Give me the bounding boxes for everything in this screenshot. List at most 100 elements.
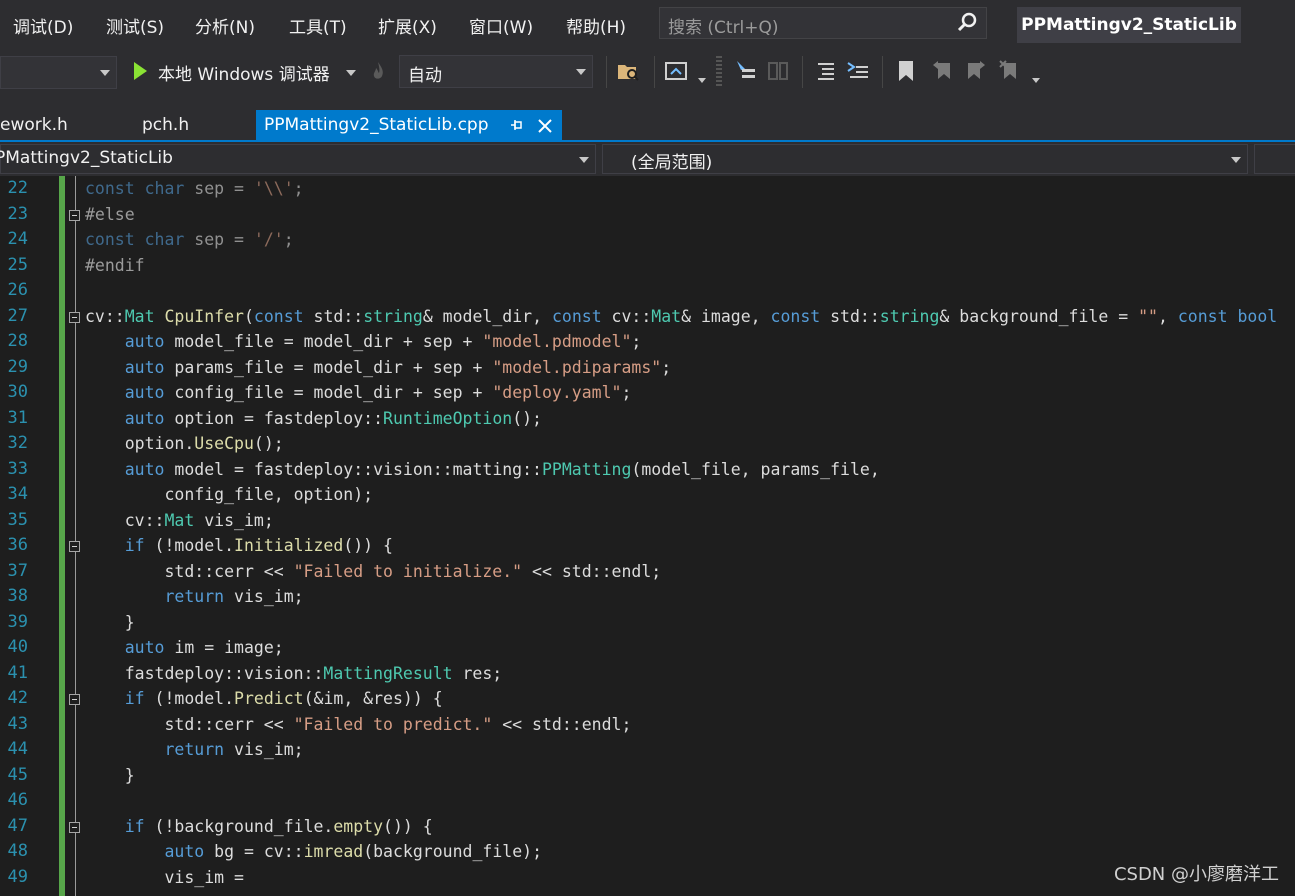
code-line[interactable]: 42 if (!model.Predict(&im, &res)) { <box>0 686 1295 711</box>
select-tool-icon[interactable] <box>734 59 758 83</box>
play-icon[interactable] <box>132 61 148 85</box>
code-line[interactable]: 40 auto im = image; <box>0 635 1295 660</box>
code-line[interactable]: 39 } <box>0 610 1295 635</box>
menu-debug[interactable]: 调试(D) <box>13 13 73 38</box>
collapse-toggle-icon[interactable] <box>69 694 80 705</box>
search-input[interactable]: 搜索 (Ctrl+Q) <box>659 7 987 39</box>
line-number: 38 <box>7 586 28 606</box>
code-line[interactable]: 24 const char sep = '/'; <box>0 227 1295 252</box>
code-text: const char sep = '\\'; <box>85 179 304 198</box>
line-number: 45 <box>7 764 28 785</box>
chevron-down-icon <box>100 70 110 76</box>
line-number: 39 <box>7 611 28 632</box>
outdent-icon[interactable] <box>814 59 838 83</box>
comment-lines-icon[interactable] <box>846 59 870 83</box>
code-text: auto bg = cv::imread(background_file); <box>164 842 542 861</box>
line-number: 48 <box>7 841 28 861</box>
chevron-down-icon[interactable] <box>346 70 356 76</box>
code-line[interactable]: 28 auto model_file = model_dir + sep + "… <box>0 329 1295 354</box>
tab-active-cpp[interactable]: PPMattingv2_StaticLib.cpp <box>256 110 562 140</box>
grip-handle-icon[interactable] <box>716 56 722 86</box>
next-bookmark-icon[interactable] <box>964 59 988 83</box>
chevron-down-icon[interactable] <box>1032 78 1040 83</box>
solution-title: PPMattingv2_StaticLib <box>1017 7 1241 43</box>
line-number: 47 <box>7 815 28 836</box>
config-dropdown[interactable]: 自动 <box>399 55 593 88</box>
code-line[interactable]: 32 option.UseCpu(); <box>0 431 1295 456</box>
line-number: 44 <box>7 739 28 759</box>
chevron-down-icon[interactable] <box>698 78 706 83</box>
code-line[interactable]: 27 cv::Mat CpuInfer(const std::string& mo… <box>0 304 1295 329</box>
code-line[interactable]: 35 cv::Mat vis_im; <box>0 508 1295 533</box>
code-line[interactable]: 33 auto model = fastdeploy::vision::matt… <box>0 457 1295 482</box>
code-line[interactable]: 34 config_file, option); <box>0 482 1295 507</box>
collapse-toggle-icon[interactable] <box>69 541 80 552</box>
code-text: auto option = fastdeploy::RuntimeOption(… <box>124 408 542 428</box>
line-number: 26 <box>7 280 28 300</box>
member-dropdown[interactable] <box>1254 144 1295 174</box>
tab-framework-h[interactable]: ework.h <box>0 110 68 140</box>
code-line[interactable]: 47 if (!background_file.empty()) { <box>0 814 1295 839</box>
menu-test[interactable]: 测试(S) <box>106 13 164 38</box>
code-line[interactable]: 43 std::cerr << "Failed to predict." << … <box>0 712 1295 737</box>
find-in-files-icon[interactable] <box>616 59 640 83</box>
platform-dropdown[interactable] <box>0 56 117 89</box>
code-line[interactable]: 41 fastdeploy::vision::MattingResult res… <box>0 661 1295 686</box>
line-number: 25 <box>7 254 28 275</box>
code-line[interactable]: 26 <box>0 278 1295 303</box>
menu-analyze[interactable]: 分析(N) <box>195 13 255 38</box>
tab-label: PPMattingv2_StaticLib.cpp <box>264 115 489 135</box>
line-number: 42 <box>7 688 28 708</box>
code-line[interactable]: 31 auto option = fastdeploy::RuntimeOpti… <box>0 406 1295 431</box>
code-text: const char sep = '/'; <box>85 230 294 249</box>
chevron-down-icon <box>1231 157 1241 163</box>
code-line[interactable]: 22 const char sep = '\\'; <box>0 176 1295 201</box>
menu-window[interactable]: 窗口(W) <box>469 13 533 38</box>
search-icon[interactable] <box>956 12 978 38</box>
code-text: vis_im = <box>85 867 244 887</box>
code-line[interactable]: 25 #endif <box>0 253 1295 278</box>
code-line[interactable]: 36 if (!model.Initialized()) { <box>0 533 1295 558</box>
project-name: PMattingv2_StaticLib <box>0 148 173 168</box>
line-number: 34 <box>7 484 28 504</box>
line-number: 49 <box>7 866 28 887</box>
line-number: 28 <box>7 331 28 351</box>
code-line[interactable]: 44 return vis_im; <box>0 737 1295 762</box>
line-number: 30 <box>7 382 28 402</box>
code-text: return vis_im; <box>164 587 304 606</box>
collapse-toggle-icon[interactable] <box>69 209 80 221</box>
project-dropdown[interactable]: PMattingv2_StaticLib <box>0 144 596 174</box>
code-line[interactable]: 49 vis_im = <box>0 865 1295 890</box>
tab-pch-h[interactable]: pch.h <box>142 110 189 140</box>
code-line[interactable]: 29 auto params_file = model_dir + sep + … <box>0 355 1295 380</box>
config-value: 自动 <box>408 66 442 86</box>
code-text: fastdeploy::vision::MattingResult res; <box>85 663 503 683</box>
clear-bookmarks-icon[interactable] <box>998 59 1022 83</box>
line-number: 29 <box>7 356 28 377</box>
code-line[interactable]: 23 #else <box>0 202 1295 227</box>
scope-dropdown[interactable]: (全局范围) <box>602 144 1248 174</box>
code-line[interactable]: 37 std::cerr << "Failed to initialize." … <box>0 559 1295 584</box>
start-debugger-button[interactable]: 本地 Windows 调试器 <box>158 60 330 85</box>
code-line[interactable]: 38 return vis_im; <box>0 584 1295 609</box>
toolbar-separator <box>606 56 607 88</box>
code-line[interactable]: 46 <box>0 788 1295 813</box>
code-line[interactable]: 45 } <box>0 763 1295 788</box>
menu-help[interactable]: 帮助(H) <box>566 13 626 38</box>
close-icon[interactable] <box>538 118 552 137</box>
collapse-toggle-icon[interactable] <box>69 311 80 323</box>
code-line[interactable]: 48 auto bg = cv::imread(background_file)… <box>0 839 1295 864</box>
bookmark-icon[interactable] <box>894 59 918 83</box>
pin-icon[interactable] <box>510 118 524 137</box>
line-number: 32 <box>7 433 28 453</box>
menu-extensions[interactable]: 扩展(X) <box>378 13 437 38</box>
line-number: 24 <box>7 229 28 249</box>
collapse-toggle-icon[interactable] <box>69 821 80 833</box>
code-line[interactable]: 30 auto config_file = model_dir + sep + … <box>0 380 1295 405</box>
code-editor[interactable]: 22 const char sep = '\\'; 23 #else 24 const c… <box>0 176 1295 896</box>
code-text: cv::Mat CpuInfer(const std::string& mode… <box>85 306 1278 326</box>
menu-tools[interactable]: 工具(T) <box>289 13 347 38</box>
layout-icon[interactable] <box>766 59 790 83</box>
prev-bookmark-icon[interactable] <box>930 59 954 83</box>
home-window-icon[interactable] <box>664 59 688 83</box>
